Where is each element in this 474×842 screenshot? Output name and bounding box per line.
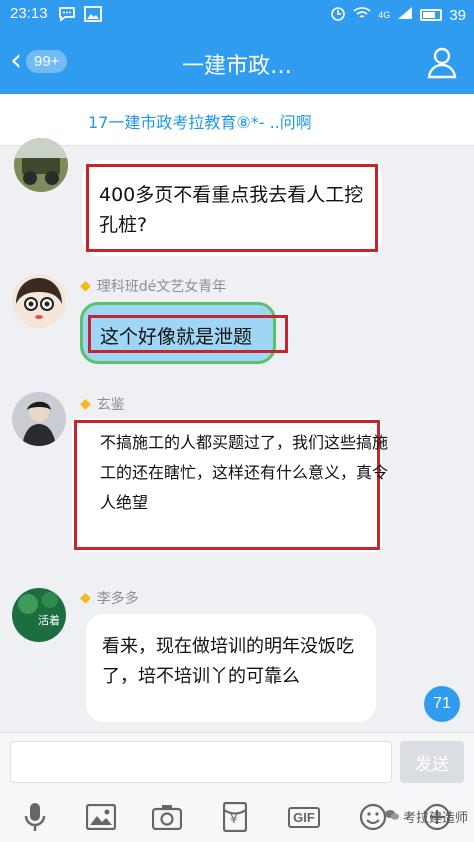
group-info-bar[interactable]: 17一建市政考拉教育⑧*- ..问啊 [0,94,474,146]
sender-name: ◆ 玄鉴 [80,394,125,414]
emoji-icon [359,803,387,831]
image-icon [86,804,116,830]
avatar[interactable] [12,392,66,446]
gif-button[interactable]: GIF [284,800,324,834]
star-icon: ◆ [80,278,91,294]
alarm-icon [330,5,346,25]
wechat-icon [384,809,399,825]
status-bar: 23:13 4G 39 [0,0,474,30]
red-packet-label: ¥ [230,812,238,826]
message-input[interactable] [10,741,392,783]
send-button[interactable]: 发送 [400,741,464,783]
mic-icon [24,803,46,831]
status-system-icons: 4G 39 [330,5,466,25]
watermark-text: 考拉建造师 [402,811,468,826]
avatar-caption: 活着 [38,614,60,627]
camera-icon [152,805,182,830]
watermark: 考拉建造师 [384,807,468,826]
status-notification-icons [58,6,102,26]
network-type-label: 4G [378,10,391,20]
group-members-button[interactable] [424,44,460,80]
star-icon: ◆ [80,396,91,412]
composer: 发送 [0,732,474,790]
sender-name: ◆ 李多多 [80,588,139,608]
gif-icon: GIF [288,806,320,828]
sender-label: 李多多 [96,591,139,607]
avatar[interactable] [12,274,66,328]
input-toolbar: ¥ GIF 考拉建造师 [0,790,474,842]
battery-level: 39 [449,6,466,24]
person-icon [427,47,457,79]
message-text: 看来，现在做培训的明年没饭吃了，培不培训丫的可靠么 [102,636,354,687]
status-time: 23:13 [10,5,48,22]
mic-button[interactable] [18,800,52,834]
image-button[interactable] [84,800,118,834]
camera-button[interactable] [150,800,184,834]
message-text: 不搞施工的人都买题过了，我们这些搞施工的还在瞎忙，这样还有什么意义，真令人绝望 [100,433,389,512]
avatar[interactable]: 活着 [12,588,66,642]
battery-icon [420,9,443,21]
sender-label: 玄鉴 [96,397,125,413]
group-subtitle: 17一建市政考拉教育⑧*- ..问啊 [88,113,312,132]
image-notification-icon [84,6,102,26]
new-messages-badge[interactable]: 71 [424,686,460,722]
red-packet-button[interactable]: ¥ [218,800,252,834]
signal-icon [397,6,413,24]
page-title: 一建市政… [181,54,292,79]
avatar[interactable] [14,138,68,192]
star-icon: ◆ [80,590,91,606]
chat-notification-icon [58,6,76,26]
sender-name: ◆ 理科班dé文艺女青年 [80,276,226,296]
sender-label: 理科班dé文艺女青年 [96,279,227,295]
message-text: 这个好像就是泄题 [100,326,253,348]
chat-header: ‹ 99+ 一建市政… [0,30,474,94]
message-text: 400多页不看重点我去看人工挖孔桩? [99,184,364,236]
wifi-icon [353,6,371,24]
